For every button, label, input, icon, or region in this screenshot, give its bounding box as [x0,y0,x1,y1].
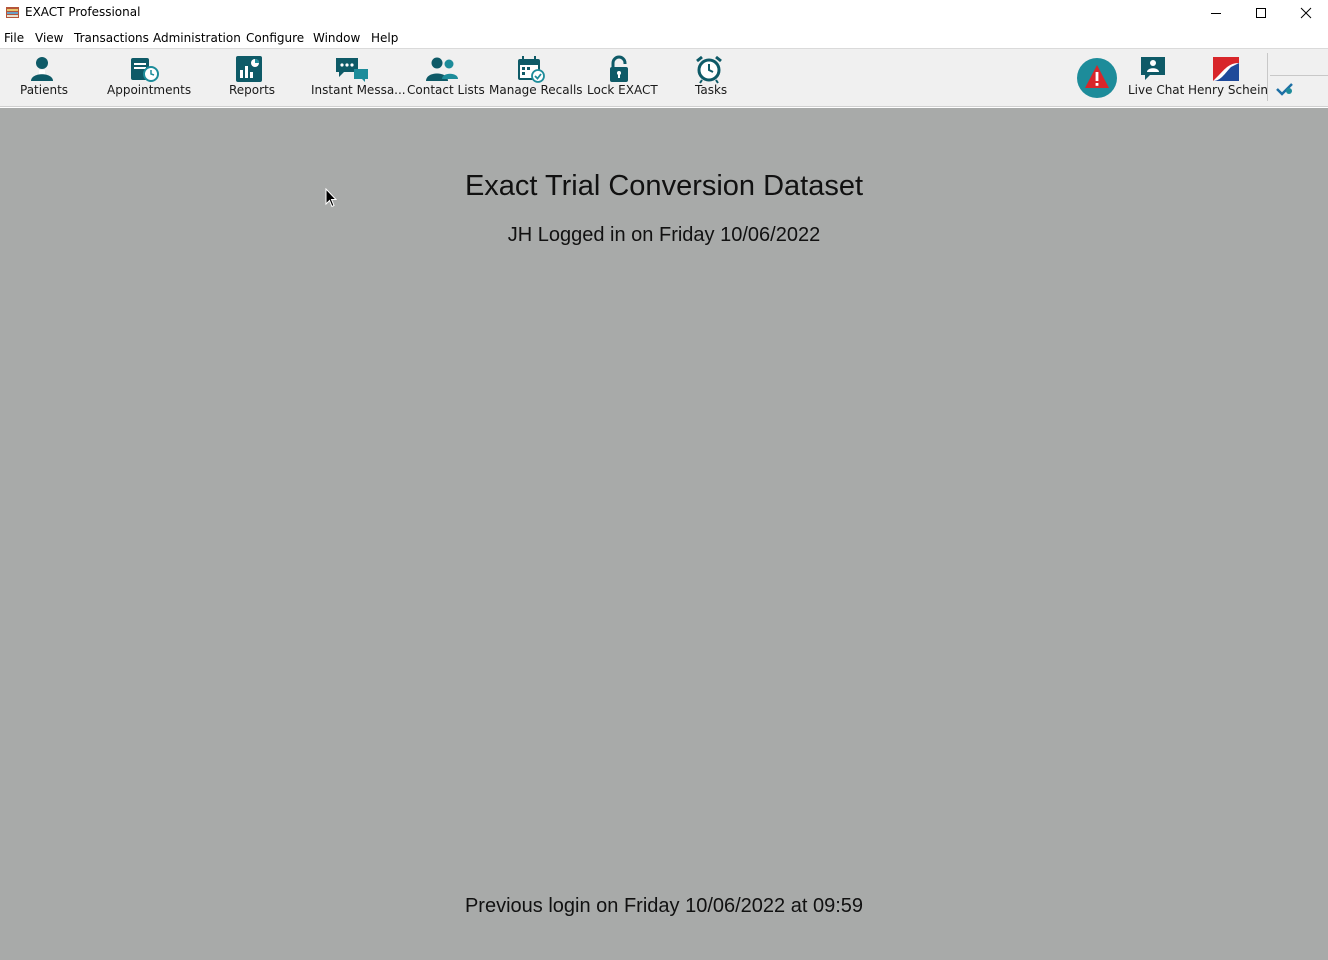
lock-icon [610,55,628,82]
close-button[interactable] [1283,0,1328,26]
dataset-title: Exact Trial Conversion Dataset [464,170,864,202]
alert-button[interactable] [1076,49,1118,107]
previous-login-status: Previous login on Friday 10/06/2022 at 0… [464,895,864,917]
maximize-button[interactable] [1238,0,1284,26]
henry-schein-button[interactable]: Henry Schein [1186,49,1268,107]
appointments-icon [131,58,159,82]
patients-button[interactable]: Patients [14,49,70,107]
calendar-recall-icon [518,56,545,83]
maximize-icon [1256,8,1266,18]
lock-exact-button[interactable]: Lock EXACT [584,49,658,107]
instant-message-icon [336,58,368,82]
tasks-button[interactable]: Tasks [690,49,728,107]
checkmark-icon [1276,83,1293,96]
menu-administration[interactable]: Administration [153,31,241,45]
henry-schein-logo-icon [1213,57,1239,81]
menu-window[interactable]: Window [313,31,360,45]
appointments-label: Appointments [107,83,192,97]
live-chat-label: Live Chat [1128,83,1185,97]
instant-messages-button[interactable]: Instant Messa... [308,49,406,107]
menu-help[interactable]: Help [371,31,398,45]
menu-transactions[interactable]: Transactions [74,31,149,45]
lock-exact-label: Lock EXACT [587,83,658,97]
main-workspace: Exact Trial Conversion Dataset JH Logged… [0,108,1328,960]
app-icon [6,7,19,18]
alert-warning-icon [1077,58,1117,98]
alarm-clock-icon [696,55,722,84]
title-bar: EXACT Professional [0,0,1328,26]
reports-button[interactable]: Reports [222,49,276,107]
window-title: EXACT Professional [25,5,141,19]
manage-recalls-label: Manage Recalls [489,83,583,97]
manage-recalls-button[interactable]: Manage Recalls [486,49,583,107]
login-status: JH Logged in on Friday 10/06/2022 [507,224,821,246]
contact-lists-icon [426,57,458,81]
reports-label: Reports [229,83,276,97]
reports-icon [236,56,262,82]
minimize-icon [1211,13,1221,14]
menu-configure[interactable]: Configure [246,31,304,45]
menu-file[interactable]: File [4,31,24,45]
instant-messages-label: Instant Messa... [311,83,406,97]
toolbar: Patients Appointments Reports Instant Me… [0,48,1328,128]
tasks-label: Tasks [695,83,728,97]
live-chat-button[interactable]: Live Chat [1124,49,1185,107]
contact-lists-label: Contact Lists [407,83,485,97]
close-icon [1300,7,1312,19]
menu-bar: File View Transactions Administration Co… [0,28,1328,48]
mouse-cursor-icon [325,188,337,208]
minimize-button[interactable] [1193,0,1239,26]
contact-lists-button[interactable]: Contact Lists [404,49,485,107]
status-indicator-button[interactable] [1270,49,1328,107]
patients-label: Patients [20,83,69,97]
patient-icon [31,57,53,81]
henry-schein-label: Henry Schein [1188,83,1269,97]
live-chat-icon [1141,57,1165,80]
appointments-button[interactable]: Appointments [102,49,192,107]
menu-view[interactable]: View [35,31,63,45]
toolbar-separator [1267,53,1268,101]
